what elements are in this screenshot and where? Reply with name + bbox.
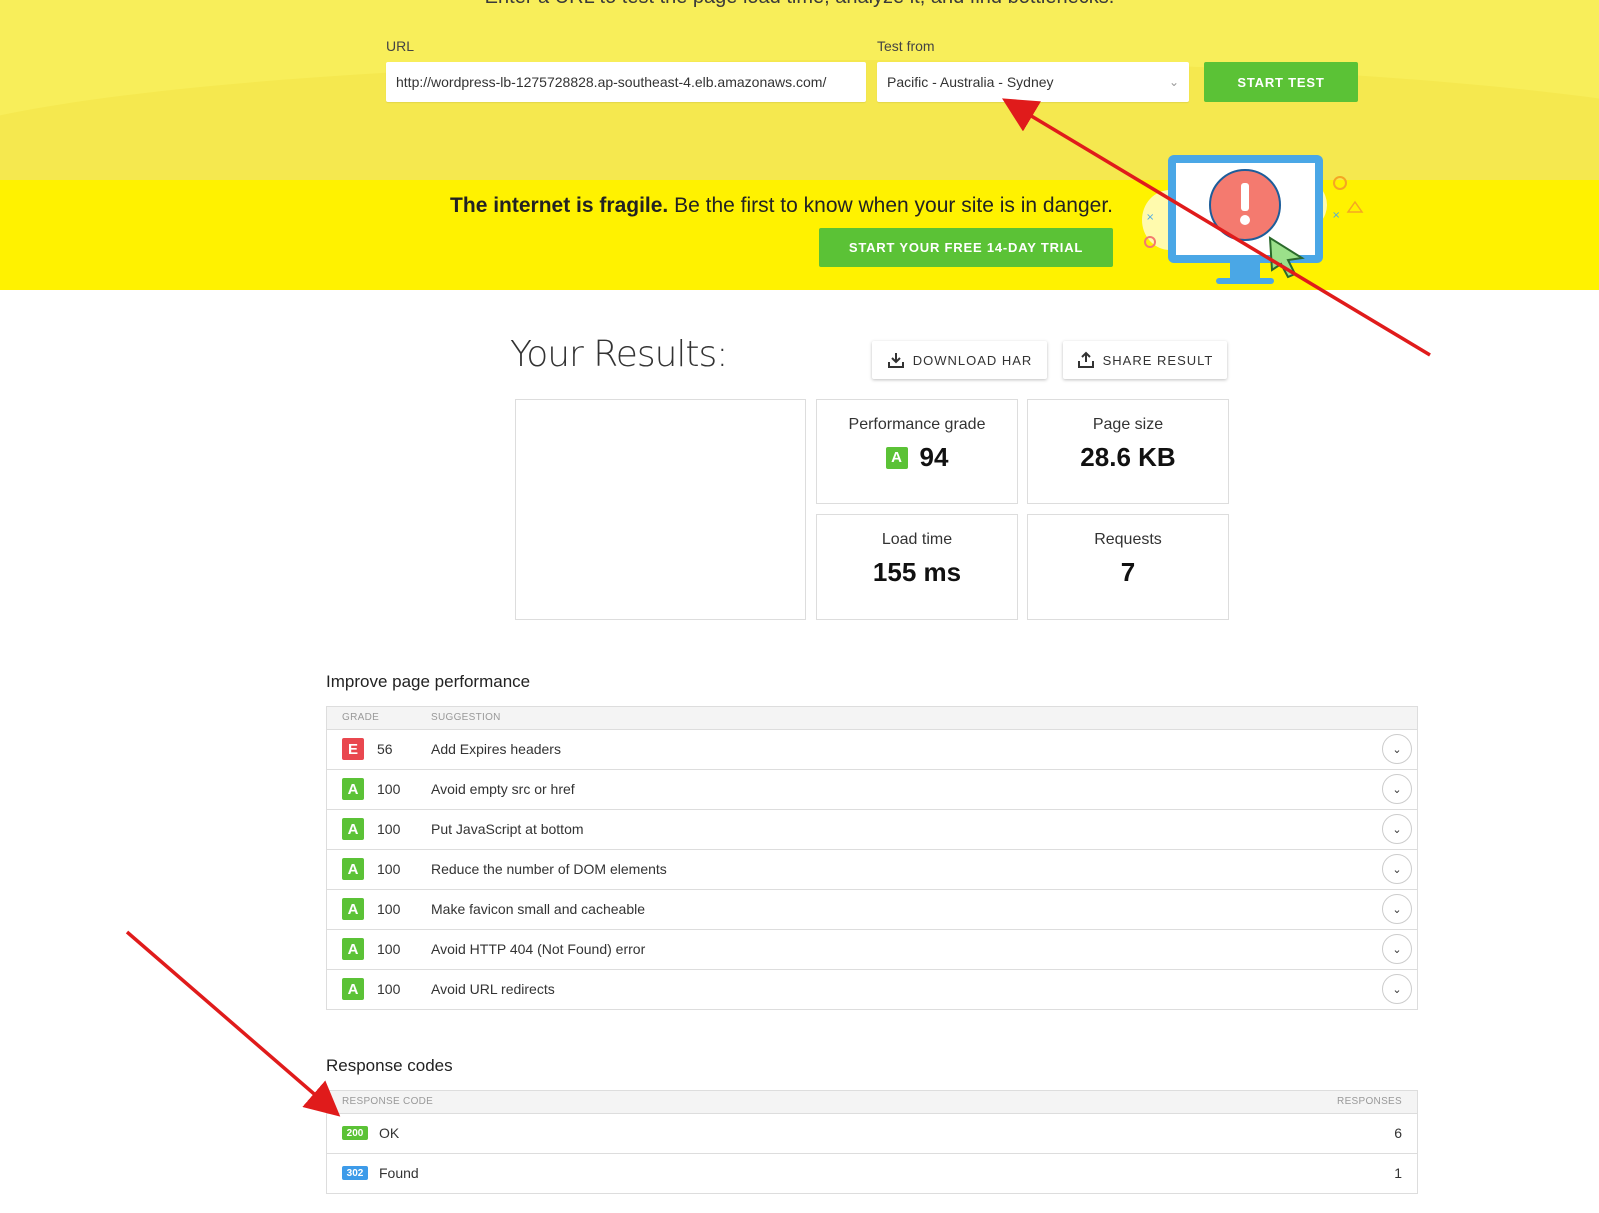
load-time-card: Load time 155 ms: [816, 514, 1018, 620]
suggestion-score: 100: [377, 981, 401, 997]
share-result-button[interactable]: SHARE RESULT: [1063, 341, 1227, 379]
suggestion-text: Put JavaScript at bottom: [431, 821, 584, 837]
load-time-value: 155 ms: [872, 557, 962, 587]
svg-text:×: ×: [1332, 210, 1340, 221]
grade-badge: A: [342, 898, 364, 920]
suggestion-text: Avoid empty src or href: [431, 781, 575, 797]
test-from-label: Test from: [877, 38, 935, 54]
suggestion-score: 100: [377, 941, 401, 957]
suggestion-score: 100: [377, 781, 401, 797]
status-code-badge: 302: [342, 1166, 368, 1180]
page-size-value: 28.6 KB: [1080, 442, 1176, 472]
start-test-button[interactable]: START TEST: [1204, 62, 1358, 102]
response-code-row: 200 OK 6: [327, 1114, 1417, 1154]
monitor-alert-illustration: × ×: [1142, 155, 1364, 284]
suggestion-text: Add Expires headers: [431, 741, 561, 757]
page-size-label: Page size: [1092, 416, 1164, 433]
suggestion-row[interactable]: A 100 Reduce the number of DOM elements ⌄: [327, 850, 1417, 890]
chevron-down-icon: ⌄: [1168, 75, 1179, 89]
status-code-label: Found: [379, 1165, 419, 1181]
url-input[interactable]: [386, 62, 866, 102]
suggestion-text: Make favicon small and cacheable: [431, 901, 646, 917]
status-code-badge: 200: [342, 1126, 368, 1140]
grade-badge: E: [342, 738, 364, 760]
page-size-card: Page size 28.6 KB: [1027, 399, 1229, 504]
banner-message: The internet is fragile. Be the first to…: [450, 194, 1113, 218]
performance-score: 94: [919, 442, 949, 472]
banner-bold-text: The internet is fragile.: [450, 194, 669, 217]
arrow-to-response-200: [125, 930, 341, 1117]
response-codes-header: RESPONSE CODE RESPONSES: [327, 1091, 1417, 1114]
test-location-value: Pacific - Australia - Sydney: [887, 74, 1054, 90]
suggestion-text: Reduce the number of DOM elements: [431, 861, 667, 877]
download-icon: [887, 353, 904, 368]
hero-tagline: Enter a URL to test the page load time, …: [0, 0, 1599, 9]
url-label: URL: [386, 38, 415, 54]
banner-text: Be the first to know when your site is i…: [668, 194, 1113, 217]
responses-column-header: RESPONSES: [1337, 1096, 1402, 1107]
grade-badge: A: [342, 858, 364, 880]
response-codes-table: RESPONSE CODE RESPONSES 200 OK 6 302 Found 1: [326, 1090, 1418, 1194]
svg-text:×: ×: [1146, 212, 1154, 223]
grade-badge: A: [342, 778, 364, 800]
suggestion-row[interactable]: E 56 Add Expires headers ⌄: [327, 730, 1417, 770]
download-har-button[interactable]: DOWNLOAD HAR: [872, 341, 1047, 379]
suggestions-table: GRADE SUGGESTION E 56 Add Expires headers ⌄…: [326, 706, 1418, 1010]
suggestion-column-header: SUGGESTION: [431, 712, 501, 723]
expand-chevron-icon[interactable]: ⌄: [1382, 774, 1412, 804]
free-trial-button[interactable]: START YOUR FREE 14-DAY TRIAL: [819, 228, 1113, 267]
response-code-column-header: RESPONSE CODE: [342, 1096, 434, 1107]
suggestion-row[interactable]: A 100 Avoid URL redirects ⌄: [327, 970, 1417, 1009]
grade-badge: A: [885, 446, 908, 469]
suggestion-row[interactable]: A 100 Avoid empty src or href ⌄: [327, 770, 1417, 810]
requests-value: 7: [1120, 557, 1136, 587]
test-location-select[interactable]: Pacific - Australia - Sydney ⌄: [877, 62, 1189, 102]
suggestion-score: 100: [377, 861, 401, 877]
expand-chevron-icon[interactable]: ⌄: [1382, 734, 1412, 764]
suggestion-score: 100: [377, 821, 401, 837]
response-codes-title: Response codes: [326, 1056, 453, 1075]
grade-badge: A: [342, 978, 364, 1000]
page-screenshot-thumbnail: [515, 399, 806, 620]
response-code-row: 302 Found 1: [327, 1154, 1417, 1193]
expand-chevron-icon[interactable]: ⌄: [1382, 814, 1412, 844]
requests-card: Requests 7: [1027, 514, 1229, 620]
expand-chevron-icon[interactable]: ⌄: [1382, 894, 1412, 924]
suggestion-row[interactable]: A 100 Put JavaScript at bottom ⌄: [327, 810, 1417, 850]
load-time-label: Load time: [881, 531, 953, 548]
share-upload-icon: [1077, 351, 1094, 368]
status-code-label: OK: [379, 1125, 400, 1141]
grade-badge: A: [342, 818, 364, 840]
expand-chevron-icon[interactable]: ⌄: [1382, 934, 1412, 964]
suggestion-row[interactable]: A 100 Avoid HTTP 404 (Not Found) error ⌄: [327, 930, 1417, 970]
suggestion-score: 100: [377, 901, 401, 917]
share-result-label: SHARE RESULT: [1102, 352, 1214, 368]
requests-label: Requests: [1094, 531, 1162, 548]
suggestion-text: Avoid URL redirects: [431, 981, 555, 997]
performance-grade-card: Performance grade A 94: [816, 399, 1018, 504]
expand-chevron-icon[interactable]: ⌄: [1382, 974, 1412, 1004]
response-count: 1: [1394, 1165, 1402, 1181]
suggestions-table-header: GRADE SUGGESTION: [327, 707, 1417, 730]
performance-grade-label: Performance grade: [848, 416, 986, 433]
results-title: Your Results:: [510, 334, 728, 375]
grade-badge: A: [342, 938, 364, 960]
grade-column-header: GRADE: [342, 712, 380, 723]
suggestion-text: Avoid HTTP 404 (Not Found) error: [431, 941, 646, 957]
response-count: 6: [1394, 1125, 1402, 1141]
suggestion-score: 56: [377, 741, 393, 757]
expand-chevron-icon[interactable]: ⌄: [1382, 854, 1412, 884]
suggestion-row[interactable]: A 100 Make favicon small and cacheable ⌄: [327, 890, 1417, 930]
download-har-label: DOWNLOAD HAR: [912, 352, 1033, 368]
improve-section-title: Improve page performance: [326, 672, 531, 691]
